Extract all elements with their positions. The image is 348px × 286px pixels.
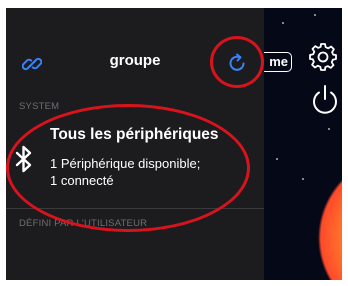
star [302, 178, 304, 180]
background-name-chip[interactable]: me [260, 52, 292, 72]
phone-screen: me groupe SYSTEM Tous les périphériques … [6, 8, 342, 280]
annotation-circle-devices [6, 104, 250, 232]
star [276, 158, 278, 160]
annotation-circle-refresh [210, 36, 264, 88]
screenshot-frame: me groupe SYSTEM Tous les périphériques … [0, 0, 348, 286]
star [314, 14, 316, 16]
power-icon[interactable] [311, 84, 339, 116]
star [282, 22, 284, 24]
star [328, 128, 330, 130]
section-label-system: SYSTEM [19, 101, 60, 112]
gear-icon[interactable] [308, 42, 338, 72]
